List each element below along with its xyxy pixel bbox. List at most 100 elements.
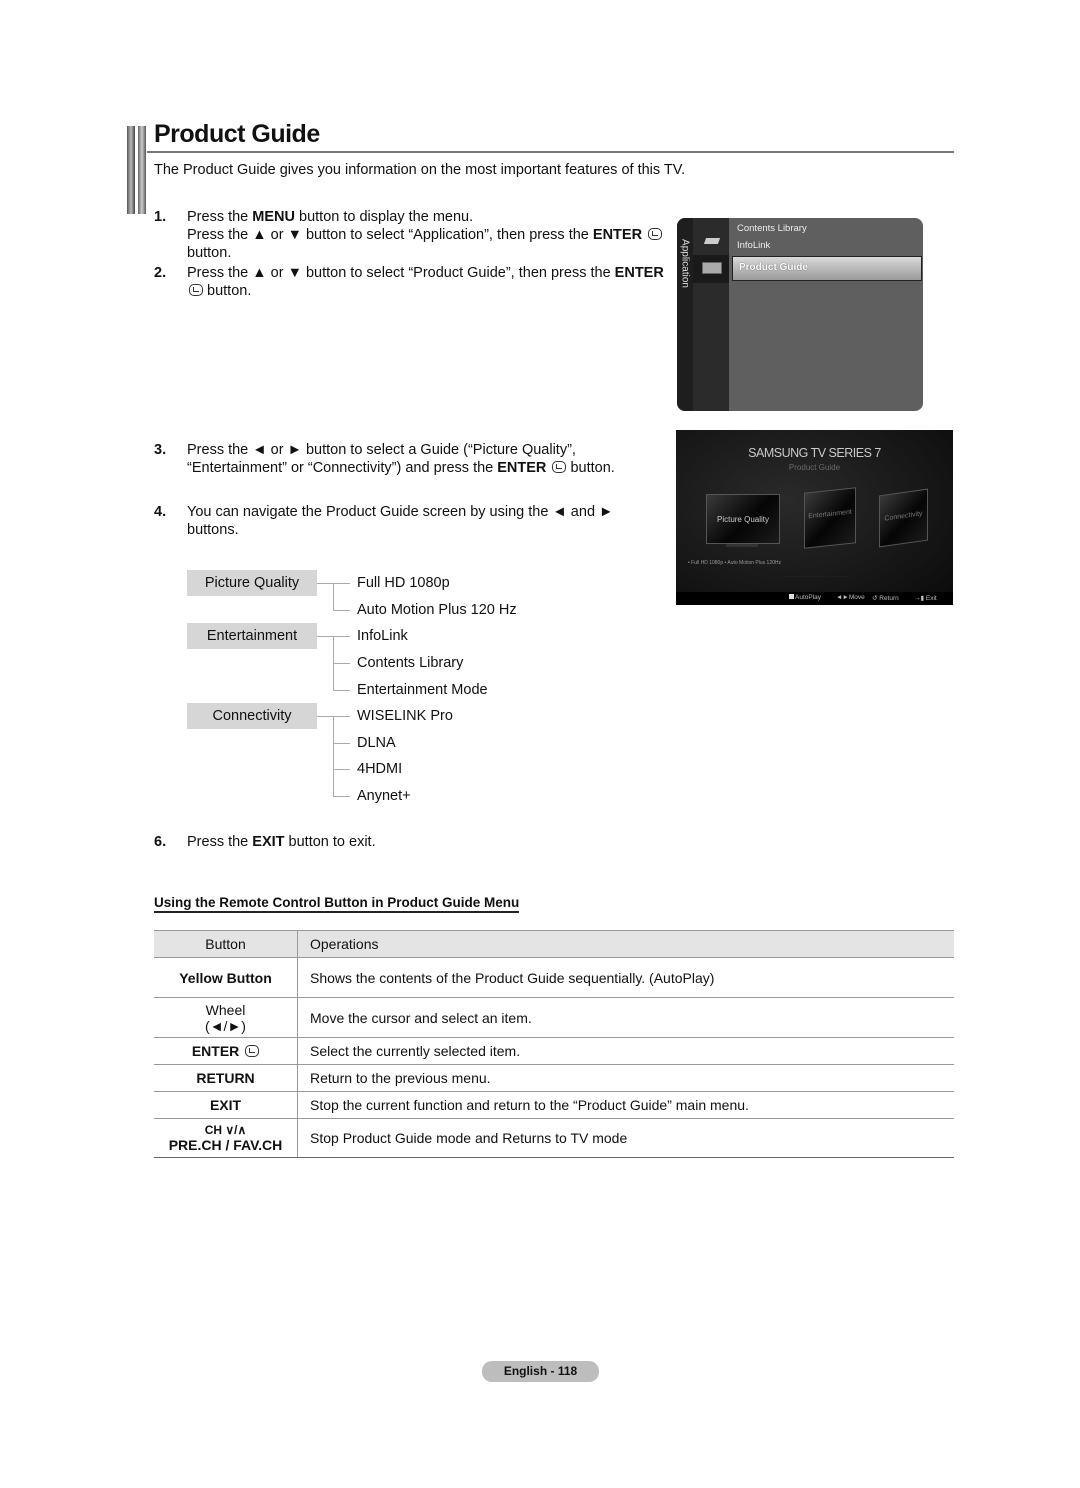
table-row: ENTER Select the currently selected item…: [154, 1038, 954, 1065]
table-row: CH ∨/∧ PRE.CH / FAV.CH Stop Product Guide…: [154, 1119, 954, 1158]
step-4: 4. You can navigate the Product Guide sc…: [154, 503, 654, 541]
step-text: Press the ◄ or ► button to select a Guid…: [187, 442, 576, 458]
feature-item: Full HD 1080p: [357, 575, 450, 591]
enter-icon: [648, 228, 663, 240]
page-number-badge: English - 118: [482, 1361, 599, 1382]
step-number: 2.: [154, 265, 167, 281]
operation-cell: Stop the current function and return to …: [310, 1097, 749, 1113]
key-exit: EXIT: [252, 834, 285, 850]
table-row: EXIT Stop the current function and retur…: [154, 1092, 954, 1119]
step-number: 4.: [154, 504, 167, 520]
table-row: Yellow Button Shows the contents of the …: [154, 958, 954, 998]
category-connectivity: Connectivity: [187, 703, 317, 729]
menu-item-label: Product Guide: [739, 262, 808, 273]
step-6: 6. Press the EXIT button to exit.: [154, 833, 554, 853]
enter-icon: [189, 284, 203, 296]
operation-cell: Stop Product Guide mode and Returns to T…: [310, 1130, 628, 1146]
button-cell: RETURN: [154, 1065, 298, 1091]
step-text: Press the: [187, 209, 253, 225]
key-menu: MENU: [252, 209, 295, 225]
step-text: button.: [566, 460, 615, 476]
step-text: You can navigate the Product Guide scree…: [187, 504, 614, 520]
table-row: RETURN Return to the previous menu.: [154, 1065, 954, 1092]
feature-item: Anynet+: [357, 788, 411, 804]
operation-cell: Shows the contents of the Product Guide …: [310, 969, 715, 986]
guide-tile-picture-quality[interactable]: Picture Quality: [706, 494, 780, 544]
button-label: CH ∨/∧: [204, 1123, 247, 1137]
guide-label: Picture Quality: [716, 515, 770, 524]
step-text: button.: [203, 283, 252, 299]
menu-item-product-guide[interactable]: Product Guide: [732, 256, 922, 281]
yellow-button-icon: [789, 594, 794, 599]
button-label: PRE.CH / FAV.CH: [168, 1137, 283, 1153]
hint-label: AutoPlay: [795, 594, 822, 601]
table-row: Wheel (◄/►) Move the cursor and select an…: [154, 998, 954, 1038]
step-1: 1. Press the MENU button to display the …: [154, 208, 674, 264]
enter-icon: [552, 461, 567, 473]
step-text: Press the ▲ or ▼ button to select “Produ…: [187, 265, 615, 281]
table-header: Button Operations: [154, 930, 954, 958]
button-cell: EXIT: [154, 1092, 298, 1118]
satellite-icon: [703, 238, 721, 244]
guide-subtitle: Product Guide: [788, 463, 841, 472]
key-enter: ENTER: [497, 460, 547, 476]
page-title: Product Guide: [154, 120, 320, 148]
step-number: 3.: [154, 442, 167, 458]
remote-button-table: Button Operations Yellow Button Shows th…: [154, 930, 954, 1158]
operation-cell: Return to the previous menu.: [310, 1070, 491, 1086]
feature-item: Entertainment Mode: [357, 682, 488, 698]
enter-icon: [245, 1045, 260, 1057]
feature-item: Contents Library: [357, 655, 464, 671]
key-enter: ENTER: [614, 265, 664, 281]
tv-application-menu: Application Contents Library InfoLink Pr…: [677, 218, 923, 411]
guide-bottom-bar: AutoPlay ◄►Move ↺ Return →▮ Exit: [676, 592, 953, 605]
step-3: 3. Press the ◄ or ► button to select a G…: [154, 441, 654, 479]
application-icon: [702, 262, 722, 274]
button-cell: CH ∨/∧ PRE.CH / FAV.CH: [154, 1119, 298, 1157]
return-hint[interactable]: ↺ Return: [872, 594, 899, 602]
brand-title: SAMSUNG TV SERIES 7: [748, 446, 881, 460]
menu-item-contents-library[interactable]: Contents Library: [737, 223, 807, 234]
feature-item: DLNA: [357, 735, 396, 751]
guide-label: Entertainment: [808, 508, 852, 521]
feature-item: Auto Motion Plus 120 Hz: [357, 602, 517, 618]
button-label: ENTER: [191, 1043, 240, 1059]
step-text: button.: [187, 245, 232, 261]
intro-text: The Product Guide gives you information …: [154, 162, 686, 178]
step-text: buttons.: [187, 522, 239, 538]
feature-item: WISELINK Pro: [357, 708, 453, 724]
autoplay-hint[interactable]: AutoPlay: [789, 594, 821, 601]
step-text: Press the ▲ or ▼ button to select “Appli…: [187, 227, 593, 243]
guide-tile-connectivity[interactable]: Connectivity: [879, 488, 928, 548]
step-text: Press the: [187, 834, 253, 850]
step-text: button to exit.: [284, 834, 376, 850]
column-header-button: Button: [154, 931, 298, 957]
product-guide-screen: SAMSUNG TV SERIES 7 Product Guide Pictur…: [676, 430, 953, 605]
button-cell: Wheel (◄/►): [154, 998, 298, 1037]
guide-label: Connectivity: [884, 510, 923, 523]
feature-summary: • Full HD 1080p • Auto Motion Plus 120Hz: [688, 560, 781, 566]
feature-item: 4HDMI: [357, 761, 403, 777]
category-picture-quality: Picture Quality: [187, 570, 317, 596]
section-marker-bars: [127, 126, 147, 214]
fine-print: · · · · · · · · · · · · · · · · · · · · …: [782, 575, 850, 579]
button-label: Wheel: [205, 1001, 246, 1018]
title-divider: [147, 151, 954, 153]
category-entertainment: Entertainment: [187, 623, 317, 649]
step-2: 2. Press the ▲ or ▼ button to select “Pr…: [154, 264, 674, 302]
operation-cell: Move the cursor and select an item.: [310, 1009, 532, 1026]
step-text: “Entertainment” or “Connectivity”) and p…: [187, 460, 498, 476]
exit-hint[interactable]: →▮ Exit: [914, 594, 937, 602]
move-hint[interactable]: ◄►Move: [836, 594, 865, 601]
feature-item: InfoLink: [357, 628, 408, 644]
guide-tile-entertainment[interactable]: Entertainment: [804, 487, 856, 549]
button-cell: Yellow Button: [154, 958, 298, 997]
column-header-operations: Operations: [310, 936, 379, 952]
step-text: button to display the menu.: [294, 209, 474, 225]
section-heading: Using the Remote Control Button in Produ…: [154, 895, 520, 913]
key-enter: ENTER: [592, 227, 643, 243]
button-cell: ENTER: [154, 1038, 298, 1064]
operation-cell: Select the currently selected item.: [310, 1043, 521, 1059]
menu-item-infolink[interactable]: InfoLink: [737, 240, 770, 251]
step-number: 1.: [154, 209, 167, 225]
